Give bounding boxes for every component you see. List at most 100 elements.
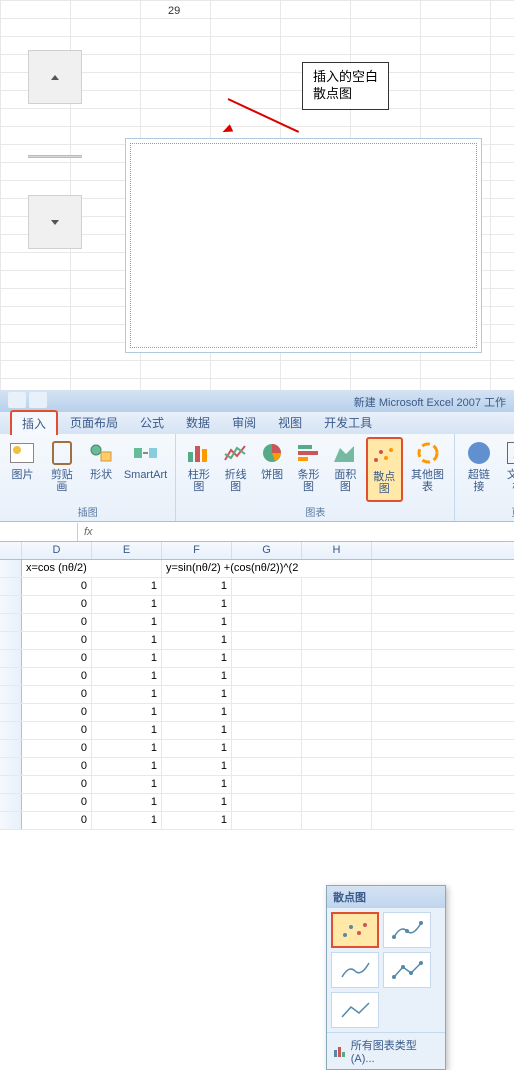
cell[interactable]: 0 [22,812,92,829]
insert-smartart-button[interactable]: SmartArt [122,437,170,502]
cell[interactable] [232,704,302,721]
cell[interactable]: 0 [22,794,92,811]
cell[interactable]: 1 [162,758,232,775]
insert-picture-button[interactable]: 图片 [6,437,39,502]
cell[interactable]: 1 [92,758,162,775]
cell[interactable]: 1 [162,650,232,667]
cell[interactable]: 0 [22,632,92,649]
cell[interactable] [302,758,372,775]
name-box[interactable] [0,523,78,541]
cell[interactable] [232,722,302,739]
row-header[interactable] [0,650,22,667]
row-header[interactable] [0,668,22,685]
row-header[interactable] [0,812,22,829]
cell[interactable]: 1 [162,578,232,595]
cell[interactable] [232,596,302,613]
column-chart-button[interactable]: 柱形图 [182,437,215,502]
tab-insert[interactable]: 插入 [10,410,58,435]
cell[interactable] [232,614,302,631]
select-all-corner[interactable] [0,542,22,559]
col-header-d[interactable]: D [22,542,92,559]
col-header-f[interactable]: F [162,542,232,559]
cell[interactable] [302,578,372,595]
cell[interactable]: 0 [22,596,92,613]
scatter-smooth-lines[interactable] [331,952,379,988]
qat-save-button[interactable] [8,392,26,408]
row-header[interactable] [0,560,22,577]
cell[interactable]: 1 [162,740,232,757]
cell[interactable]: 1 [92,596,162,613]
cell[interactable] [232,740,302,757]
cell[interactable] [232,758,302,775]
scatter-smooth-lines-markers[interactable] [383,912,431,948]
cell[interactable] [232,794,302,811]
row-header[interactable] [0,704,22,721]
hyperlink-button[interactable]: 超链接 [461,437,496,502]
cell[interactable] [302,686,372,703]
cell[interactable] [232,632,302,649]
cell[interactable]: 1 [92,704,162,721]
scatter-straight-lines[interactable] [331,992,379,1028]
fx-icon[interactable]: fx [78,526,99,538]
line-chart-button[interactable]: 折线图 [219,437,252,502]
cell[interactable] [232,650,302,667]
cell[interactable] [302,614,372,631]
row-header[interactable] [0,794,22,811]
cell[interactable] [302,596,372,613]
cell[interactable] [302,668,372,685]
cell[interactable]: 1 [162,722,232,739]
cell[interactable]: 1 [92,614,162,631]
scroll-up-button[interactable] [28,50,82,104]
cell[interactable]: 0 [22,668,92,685]
tab-review[interactable]: 审阅 [222,411,266,434]
row-header[interactable] [0,740,22,757]
cell[interactable] [232,578,302,595]
cell[interactable] [302,704,372,721]
cell[interactable] [232,812,302,829]
textbox-button[interactable]: A 文本框 [500,437,514,502]
cell[interactable]: 1 [92,812,162,829]
cell[interactable]: 1 [162,686,232,703]
qat-undo-button[interactable] [29,392,47,408]
row-header[interactable] [0,614,22,631]
cell[interactable]: y=sin(nθ/2) +(cos(nθ/2))^(2 [162,560,372,577]
blank-scatter-chart[interactable] [125,138,482,353]
row-header[interactable] [0,722,22,739]
cell[interactable] [302,794,372,811]
cell[interactable] [302,740,372,757]
scroll-down-button[interactable] [28,195,82,249]
cell[interactable] [302,722,372,739]
row-header[interactable] [0,596,22,613]
row-header[interactable] [0,776,22,793]
row-header[interactable] [0,632,22,649]
cell[interactable]: 0 [22,650,92,667]
cell[interactable]: 1 [162,812,232,829]
cell[interactable]: 1 [162,776,232,793]
tab-view[interactable]: 视图 [268,411,312,434]
cell[interactable]: 1 [92,668,162,685]
cell[interactable] [302,632,372,649]
cell[interactable] [232,686,302,703]
row-header[interactable] [0,578,22,595]
cell[interactable]: 1 [92,686,162,703]
cell[interactable]: 1 [162,794,232,811]
col-header-e[interactable]: E [92,542,162,559]
cell[interactable]: 0 [22,704,92,721]
cell[interactable]: 1 [162,668,232,685]
cell[interactable]: 0 [22,578,92,595]
cell[interactable]: 0 [22,758,92,775]
cell[interactable]: 1 [162,632,232,649]
cell[interactable]: 1 [92,650,162,667]
row-header[interactable] [0,758,22,775]
cell[interactable] [302,776,372,793]
cell[interactable]: 1 [162,596,232,613]
cell[interactable]: 1 [162,704,232,721]
tab-developer[interactable]: 开发工具 [314,411,382,434]
cell-value[interactable]: 29 [168,5,180,17]
pie-chart-button[interactable]: 饼图 [256,437,288,502]
cell[interactable]: 0 [22,776,92,793]
scatter-straight-lines-markers[interactable] [383,952,431,988]
area-chart-button[interactable]: 面积图 [329,437,362,502]
scatter-markers-only[interactable] [331,912,379,948]
tab-formulas[interactable]: 公式 [130,411,174,434]
